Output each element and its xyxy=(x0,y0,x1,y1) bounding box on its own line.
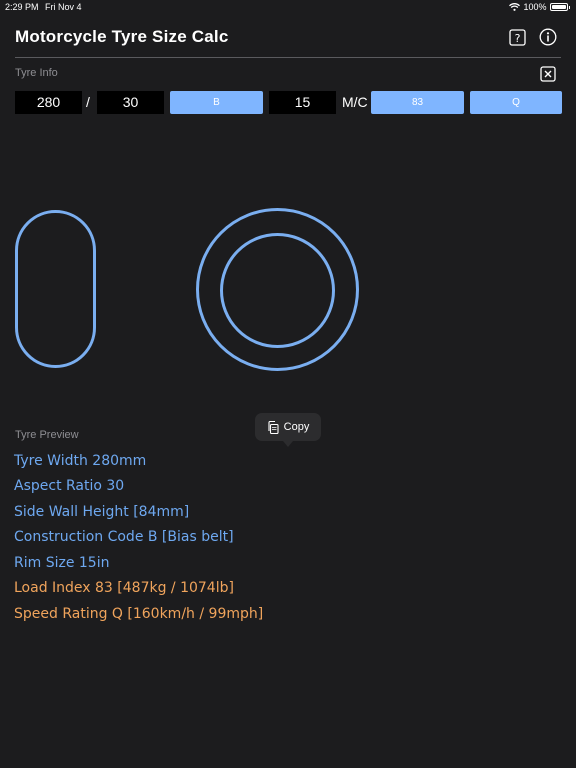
rim-size-field[interactable]: 15 xyxy=(269,91,336,114)
speed-rating-select[interactable]: Q xyxy=(470,91,562,114)
load-index-select[interactable]: 83 xyxy=(371,91,464,114)
info-button[interactable] xyxy=(537,26,559,48)
status-indicators: 100% xyxy=(509,2,570,12)
status-bar: 2:29 PM Fri Nov 4 100% xyxy=(0,0,576,14)
app-title: Motorcycle Tyre Size Calc xyxy=(15,27,229,46)
tyre-side-profile xyxy=(15,210,96,368)
battery-icon xyxy=(549,3,568,11)
result-rim-size: Rim Size 15in xyxy=(14,555,110,571)
battery-nub xyxy=(568,5,570,9)
copy-icon xyxy=(268,420,279,434)
tyre-info-label: Tyre Info xyxy=(15,67,58,79)
info-icon xyxy=(539,28,557,46)
help-button[interactable]: ? xyxy=(506,26,528,48)
tyre-preview-label: Tyre Preview xyxy=(15,429,79,441)
result-tyre-width: Tyre Width 280mm xyxy=(14,453,147,469)
result-construction-code: Construction Code B [Bias belt] xyxy=(14,529,234,545)
close-icon xyxy=(540,66,556,82)
header-divider xyxy=(15,57,561,58)
copy-button[interactable]: Copy xyxy=(255,413,321,447)
slash-separator: / xyxy=(86,94,90,110)
clear-button[interactable] xyxy=(539,65,557,83)
wifi-icon xyxy=(509,3,521,11)
result-aspect-ratio: Aspect Ratio 30 xyxy=(14,478,125,494)
status-date: Fri Nov 4 xyxy=(45,2,82,12)
width-field[interactable]: 280 xyxy=(15,91,82,114)
battery-percent: 100% xyxy=(523,2,547,12)
aspect-ratio-field[interactable]: 30 xyxy=(97,91,164,114)
mc-label: M/C xyxy=(342,94,368,110)
help-icon: ? xyxy=(508,28,526,46)
construction-select[interactable]: B xyxy=(170,91,263,114)
tyre-front-rim xyxy=(220,233,335,348)
result-side-wall-height: Side Wall Height [84mm] xyxy=(14,504,190,520)
status-time: 2:29 PM xyxy=(5,2,39,12)
result-speed-rating: Speed Rating Q [160km/h / 99mph] xyxy=(14,606,264,622)
copy-label: Copy xyxy=(283,421,310,433)
result-load-index: Load Index 83 [487kg / 1074lb] xyxy=(14,580,234,596)
svg-text:?: ? xyxy=(514,31,520,44)
